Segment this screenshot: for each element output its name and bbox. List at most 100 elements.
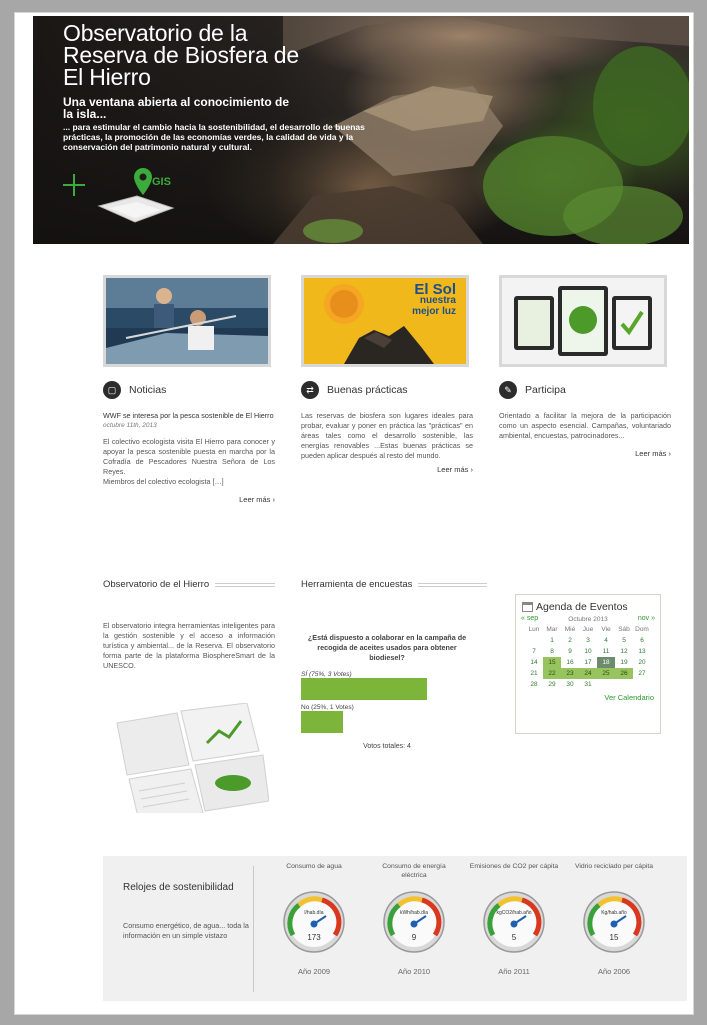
gauge-unit: kgCO2/hab.año xyxy=(496,910,531,916)
clock-name: Consumo de agua xyxy=(286,863,342,870)
gauge-unit: Kg/hab.año xyxy=(601,910,627,916)
poll-question: ¿Está dispuesto a colaborar en la campañ… xyxy=(307,633,467,662)
hero-banner: Observatorio de la Reserva de Biosfera d… xyxy=(33,16,689,244)
clock-item[interactable]: Emisiones de CO2 per cápita kgCO2/hab.año… xyxy=(469,862,559,976)
calendar-day: 30 xyxy=(566,681,574,688)
poll-option-label: No (25%, 1 Votes) xyxy=(301,704,354,711)
calendar-icon xyxy=(522,602,533,612)
calendar-grid: Lun Mar Mié Jue Vie Sáb Dom 1 2 3 4 5 6 7 8 9 10 11 12 13 14… xyxy=(525,624,651,690)
calendar-weekday: Vie xyxy=(601,626,611,633)
observatorio-illustration xyxy=(116,703,269,813)
calendar-day: 21 xyxy=(530,670,538,677)
noticias-title: Noticias xyxy=(129,384,167,396)
calendar-day: 27 xyxy=(638,670,646,677)
gauge-value: 173 xyxy=(307,933,321,942)
gauge-icon: l/hab.día 173 xyxy=(283,891,345,953)
calendar-day: 29 xyxy=(548,681,556,688)
noticias-image[interactable] xyxy=(103,275,271,367)
calendar-day: 19 xyxy=(620,659,628,666)
calendar-day[interactable]: 23 xyxy=(561,668,579,679)
gauge-icon: kWh/hab.día 9 xyxy=(383,891,445,953)
clock-year: Año 2010 xyxy=(397,967,431,976)
calendar-day: 9 xyxy=(568,648,572,655)
buenas-practicas-title: Buenas prácticas xyxy=(327,384,408,396)
fishing-photo xyxy=(106,278,268,364)
calendar-day xyxy=(633,679,651,690)
calendar-day: 11 xyxy=(602,648,610,655)
gauge-icon: Kg/hab.año 15 xyxy=(583,891,645,953)
hero-subtitle: Una ventana abierta al conocimiento de l… xyxy=(63,95,290,121)
hero-description: ... para estimular el cambio hacia la so… xyxy=(63,122,365,152)
calendar-day: 6 xyxy=(640,637,644,644)
participa-title: Participa xyxy=(525,384,566,396)
calendar-day[interactable]: 25 xyxy=(597,668,615,679)
calendar-weekday: Jue xyxy=(582,626,594,633)
poll-title: Herramienta de encuestas xyxy=(301,579,413,590)
buenas-practicas-image[interactable]: El Sol nuestra mejor luz xyxy=(301,275,469,367)
gis-label: GIS xyxy=(152,176,171,188)
heading-divider xyxy=(215,582,275,587)
clock-name: Emisiones de CO2 per cápita xyxy=(469,863,559,870)
calendar-day[interactable]: 18 xyxy=(597,657,615,668)
participa-read-more-link[interactable]: Leer más › xyxy=(499,449,671,458)
noticias-read-more-link[interactable]: Leer más › xyxy=(103,495,275,504)
poll-option-label: SÍ (75%, 3 Votes) xyxy=(301,671,352,678)
pencil-icon: ✎ xyxy=(499,381,517,399)
buenas-read-more-link[interactable]: Leer más › xyxy=(301,465,473,474)
poll-result-bar xyxy=(301,711,343,733)
hero-title: Observatorio de la Reserva de Biosfera d… xyxy=(63,20,299,90)
calendar-day xyxy=(525,635,543,646)
calendar-prev-link[interactable]: « sep xyxy=(521,615,538,622)
feature-buenas-practicas: El Sol nuestra mejor luz ⇄ Buenas prácti… xyxy=(301,275,473,474)
gauge-unit: kWh/hab.día xyxy=(400,910,428,916)
feature-participa: ✎ Participa Orientado a facilitar la mej… xyxy=(499,275,671,458)
gauge-icon: kgCO2/hab.año 5 xyxy=(483,891,545,953)
calendar-weekday: Dom xyxy=(635,626,649,633)
clock-item[interactable]: Vidrio reciclado per cápita Kg/hab.año 15 A… xyxy=(569,862,659,976)
news-headline-link[interactable]: WWF se interesa por la pesca sostenible … xyxy=(103,411,275,421)
gis-map-button[interactable]: GIS xyxy=(97,166,177,226)
calendar-weekday: Lun xyxy=(528,626,540,633)
events-calendar: Agenda de Eventos Octubre 2013 « sep nov… xyxy=(515,594,661,734)
page: Observatorio de la Reserva de Biosfera d… xyxy=(14,12,694,1015)
clock-name: Consumo de energía eléctrica xyxy=(382,863,446,879)
map-pin-icon xyxy=(97,168,175,223)
news-body-continued: Miembros del colectivo ecologista […] xyxy=(103,477,224,486)
observatorio-title: Observatorio de el Hierro xyxy=(103,579,210,590)
shuffle-icon: ⇄ xyxy=(301,381,319,399)
feature-noticias: ▢ Noticias WWF se interesa por la pesca … xyxy=(103,275,275,504)
calendar-day: 28 xyxy=(530,681,538,688)
clock-item[interactable]: Consumo de energía eléctrica kWh/hab.día 9… xyxy=(369,862,459,976)
calendar-day: 14 xyxy=(530,659,538,666)
buenas-practicas-body: Las reservas de biosfera son lugares ide… xyxy=(301,411,473,460)
calendar-next-link[interactable]: nov » xyxy=(638,615,655,622)
gauge-value: 5 xyxy=(512,933,517,942)
poll-heading: Herramienta de encuestas xyxy=(301,579,487,590)
banner-sub2: mejor luz xyxy=(412,306,456,317)
banner-title: El Sol xyxy=(414,281,456,298)
calendar-day: 16 xyxy=(566,659,574,666)
plus-icon[interactable] xyxy=(63,174,85,196)
calendar-day[interactable]: 15 xyxy=(543,657,561,668)
poll-total-votes: Votos totales: 4 xyxy=(363,743,411,750)
calendar-day: 5 xyxy=(622,637,626,644)
clock-year: Año 2006 xyxy=(597,967,631,976)
calendar-day: 2 xyxy=(568,637,572,644)
poll-result-bar xyxy=(301,678,427,700)
calendar-day[interactable]: 22 xyxy=(543,668,561,679)
gauge-value: 9 xyxy=(412,933,417,942)
calendar-day xyxy=(615,679,633,690)
calendar-day: 4 xyxy=(604,637,608,644)
calendar-day[interactable]: 24 xyxy=(579,668,597,679)
calendar-weekday: Mié xyxy=(564,626,576,633)
calendar-day[interactable]: 26 xyxy=(615,668,633,679)
view-calendar-link[interactable]: Ver Calendario xyxy=(516,693,654,702)
clock-item[interactable]: Consumo de agua l/hab.día 173 Año 2009 xyxy=(269,862,359,976)
calendar-day: 1 xyxy=(550,637,554,644)
participa-image[interactable] xyxy=(499,275,667,367)
calendar-day: 20 xyxy=(638,659,646,666)
heading-divider xyxy=(418,582,487,587)
sustainability-clocks: Relojes de sostenibilidad Consumo energé… xyxy=(103,856,687,1001)
poll-widget: ¿Está dispuesto a colaborar en la campañ… xyxy=(301,633,473,750)
clocks-description: Consumo energético, de agua... toda la i… xyxy=(123,921,249,940)
